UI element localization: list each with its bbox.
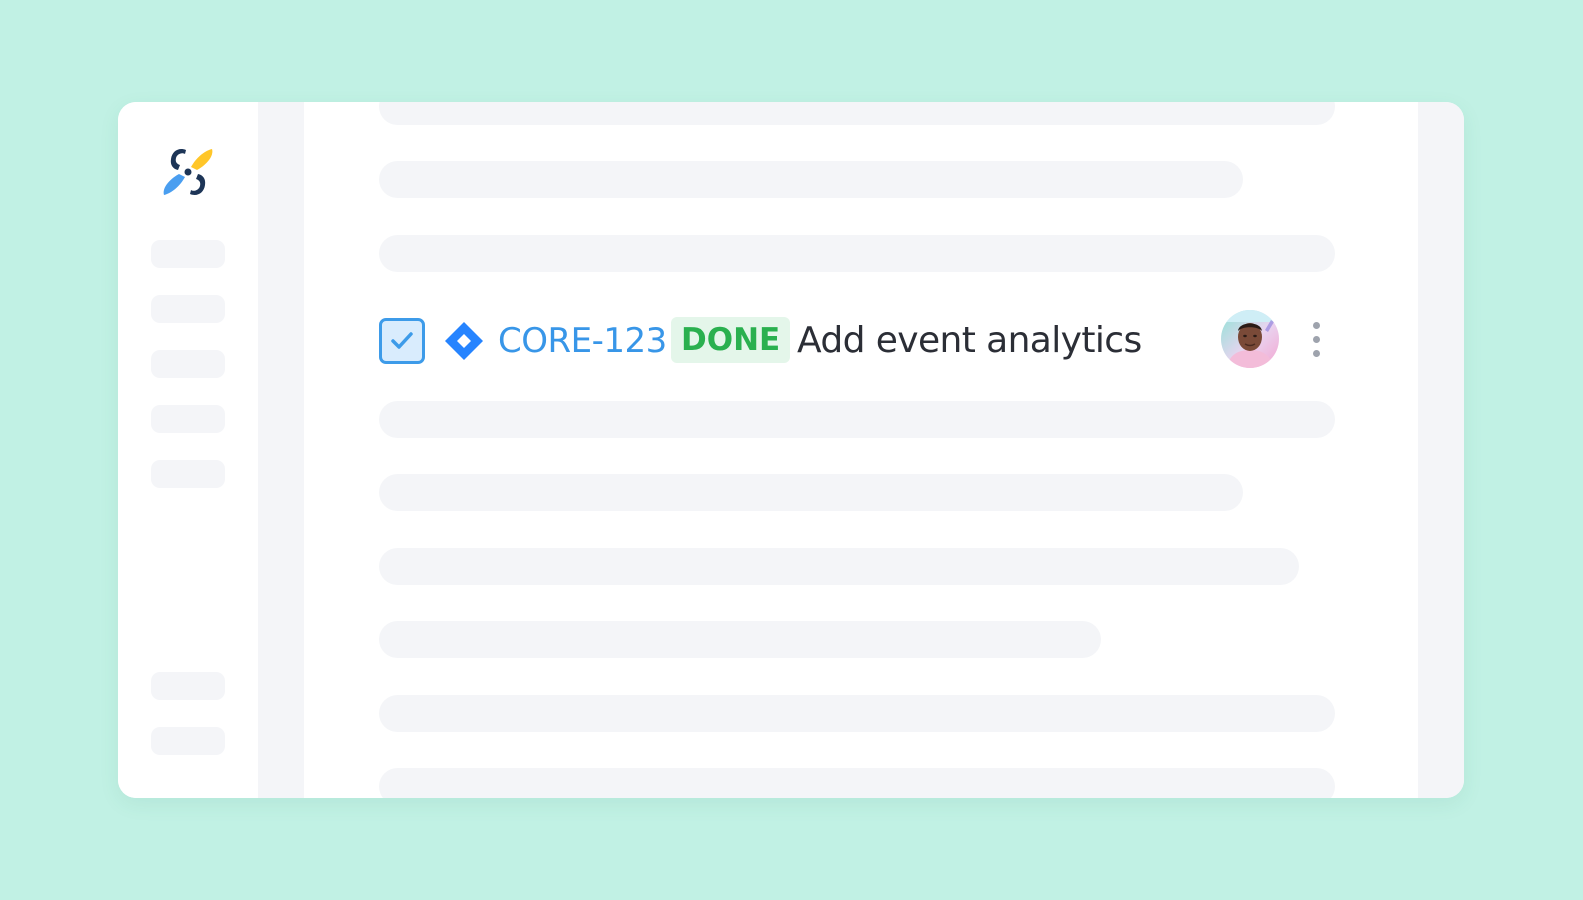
sidebar-nav-placeholder — [151, 240, 225, 268]
sidebar — [118, 102, 258, 798]
placeholder-row — [379, 161, 1243, 198]
checkmark-icon — [391, 332, 413, 349]
more-vertical-icon[interactable] — [1307, 320, 1327, 360]
avatar-icon — [1221, 310, 1279, 368]
right-gutter — [1418, 102, 1464, 798]
placeholder-row — [379, 768, 1335, 798]
issue-row[interactable]: CORE-123 DONE Add event analytics — [379, 310, 1339, 370]
placeholder-row — [379, 401, 1335, 438]
placeholder-row — [379, 235, 1335, 272]
placeholder-row — [379, 548, 1299, 585]
sidebar-nav-placeholder — [151, 350, 225, 378]
left-gutter — [258, 102, 304, 798]
app-window: CORE-123 DONE Add event analytics — [118, 102, 1464, 798]
placeholder-row — [379, 102, 1335, 125]
sidebar-nav-placeholder — [151, 727, 225, 755]
placeholder-row — [379, 695, 1335, 732]
placeholder-row — [379, 474, 1243, 511]
sidebar-nav-placeholder — [151, 460, 225, 488]
issue-title: Add event analytics — [797, 320, 1142, 361]
issue-key-link[interactable]: CORE-123 — [498, 320, 667, 362]
assignee-avatar[interactable] — [1221, 310, 1279, 368]
sidebar-nav-placeholder — [151, 295, 225, 323]
status-badge: DONE — [671, 317, 791, 363]
placeholder-row — [379, 621, 1101, 658]
propeller-logo-icon — [163, 149, 213, 195]
issue-checkbox[interactable] — [379, 318, 425, 364]
sidebar-nav-placeholder — [151, 672, 225, 700]
sidebar-nav-placeholder — [151, 405, 225, 433]
jira-diamond-icon — [445, 322, 483, 360]
